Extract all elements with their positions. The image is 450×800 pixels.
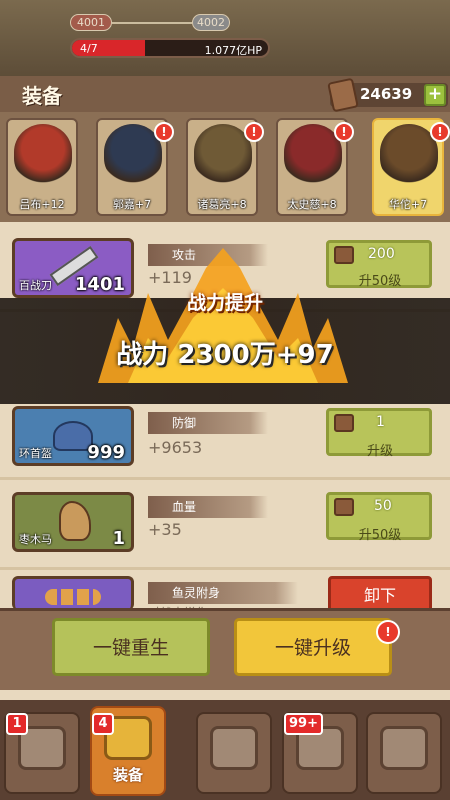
resource-value: 24639 xyxy=(360,85,413,103)
popup-title: 战力提升 xyxy=(186,292,263,314)
rebirth-all-button[interactable]: 一键重生 xyxy=(52,618,210,676)
nav-tab-label: 装备 xyxy=(112,766,143,784)
hero-alert-badge: ! xyxy=(244,122,264,142)
hero-alert-badge: ! xyxy=(430,122,450,142)
boss-hp-bar: 4/7 1.077亿HP xyxy=(70,38,270,58)
next-stage-pill: 4002 xyxy=(192,14,230,31)
stat-tag: 血量 xyxy=(148,496,268,518)
helmet-card[interactable]: 环首盔 999 xyxy=(12,406,134,466)
game-screen: 4001 4002 4/7 1.077亿HP 装备 24639 + 吕布+12 郭… xyxy=(0,0,450,800)
horse-icon xyxy=(59,501,91,541)
hero-name: 太史慈+8 xyxy=(287,198,337,211)
nav-count-badge: 99+ xyxy=(284,713,323,735)
current-stage-pill: 4001 xyxy=(70,14,112,31)
hero-name: 华佗+7 xyxy=(388,198,428,211)
card-level: 1 xyxy=(112,528,125,549)
hp-value: 1.077亿HP xyxy=(204,44,262,57)
upgrade-material-icon xyxy=(334,498,354,516)
upgrade-cost: 200 xyxy=(368,246,395,262)
stat-value: +35 xyxy=(148,520,182,539)
page-title: 装备 xyxy=(22,84,62,108)
stat-value: +9653 xyxy=(148,438,203,457)
hero-name: 诸葛亮+8 xyxy=(197,198,247,211)
hero-portrait xyxy=(14,124,72,186)
hero-alert-badge: ! xyxy=(154,122,174,142)
upgrade-cost: 1 xyxy=(376,414,385,430)
upgrade-all-button[interactable]: 一键升级 xyxy=(234,618,392,676)
hero-name: 吕布+12 xyxy=(19,198,65,211)
card-level: 999 xyxy=(87,442,125,463)
upgrade-label: 升50级 xyxy=(358,528,402,543)
buff-card[interactable] xyxy=(12,576,134,610)
nav-tab[interactable] xyxy=(366,712,442,794)
popup-value: 战力 2300万+97 xyxy=(116,340,334,370)
upgrade-label: 升级 xyxy=(366,444,393,459)
nav-tab[interactable] xyxy=(196,712,272,794)
stat-tag: 防御 xyxy=(148,412,268,434)
horse-card[interactable]: 枣木马 1 xyxy=(12,492,134,552)
hero-alert-badge: ! xyxy=(334,122,354,142)
hero-name: 郭嘉+7 xyxy=(112,198,152,211)
upgrade-all-alert-badge: ! xyxy=(376,620,400,644)
map-icon xyxy=(380,726,428,770)
nav-count-badge: 1 xyxy=(6,713,28,735)
fish-icon xyxy=(45,589,101,605)
upgrade-cost: 50 xyxy=(374,498,392,514)
stat-tag: 鱼灵附身 xyxy=(148,582,298,604)
card-label: 枣木马 xyxy=(19,533,52,546)
wave-counter: 4/7 xyxy=(80,42,98,55)
card-label: 环首盔 xyxy=(19,447,52,460)
add-resource-button[interactable]: + xyxy=(424,84,446,106)
upgrade-material-icon xyxy=(334,414,354,432)
nav-count-badge: 4 xyxy=(92,713,114,735)
shield-icon xyxy=(210,726,258,770)
stage-progress-line xyxy=(112,22,192,24)
